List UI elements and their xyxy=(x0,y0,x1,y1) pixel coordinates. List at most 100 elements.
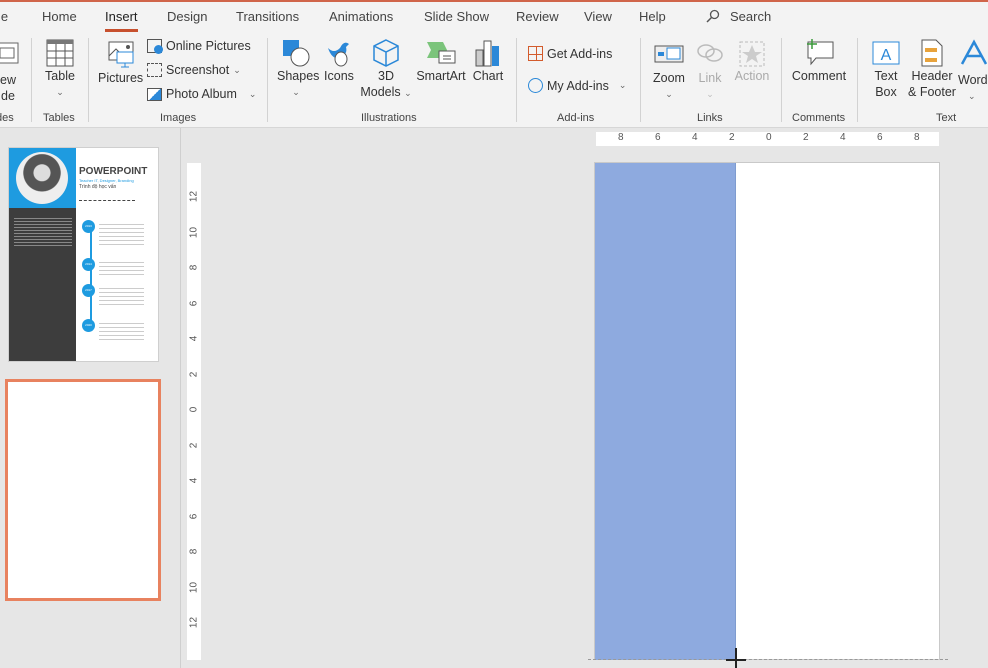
wordart-button[interactable]: Word ⌄ xyxy=(958,38,988,104)
tab-insert[interactable]: Insert xyxy=(105,9,138,32)
zoom-icon xyxy=(654,45,684,63)
search-label: Search xyxy=(730,9,772,24)
shapes-label: Shapes xyxy=(277,69,320,83)
header-footer-label-2: & Footer xyxy=(908,85,956,99)
ruler-label: 2 xyxy=(803,132,809,143)
text-lines xyxy=(99,288,144,308)
resume-education: Trình độ học vấn xyxy=(79,184,117,190)
online-pictures-label: Online Pictures xyxy=(166,39,251,53)
timeline-year: 2020 xyxy=(82,319,95,332)
3d-models-button[interactable]: 3D Models ⌄ xyxy=(360,38,412,101)
icons-button[interactable]: Icons xyxy=(322,38,356,84)
chevron-down-icon: ⌄ xyxy=(618,80,627,90)
table-button[interactable]: Table ⌄ xyxy=(42,38,78,100)
timeline-line xyxy=(90,223,92,328)
shapes-button[interactable]: Shapes ⌄ xyxy=(277,38,320,100)
slide-canvas[interactable] xyxy=(594,162,940,660)
group-divider xyxy=(516,38,517,122)
new-slide-icon xyxy=(0,42,19,64)
chart-button[interactable]: Chart xyxy=(470,38,506,84)
divider xyxy=(79,200,135,201)
header-footer-button[interactable]: Header & Footer xyxy=(906,38,958,100)
text-lines xyxy=(99,262,144,276)
pictures-button[interactable]: Pictures xyxy=(98,40,143,86)
header-footer-label-1: Header xyxy=(911,69,953,83)
my-add-ins-label: My Add-ins xyxy=(547,78,609,93)
icons-icon xyxy=(328,42,349,67)
3d-models-label-1: 3D xyxy=(378,69,394,83)
tab-home[interactable]: Home xyxy=(42,9,77,24)
comment-icon xyxy=(807,39,834,66)
slide-thumbnail-1[interactable]: POWERPOINT Teacher IT, Designer, Brandin… xyxy=(8,147,159,362)
group-divider xyxy=(31,38,32,122)
group-divider xyxy=(267,38,268,122)
group-label-text: Text xyxy=(936,112,957,124)
group-label-comments: Comments xyxy=(792,112,846,124)
profile-photo xyxy=(16,152,68,204)
chevron-down-icon: ⌄ xyxy=(248,88,257,99)
smartart-button[interactable]: SmartArt xyxy=(415,38,467,84)
ruler-label: 10 xyxy=(188,226,200,238)
screenshot-icon xyxy=(147,63,162,77)
link-icon xyxy=(697,44,723,62)
tab-transitions[interactable]: Transitions xyxy=(236,9,299,24)
tab-review[interactable]: Review xyxy=(516,9,559,24)
pictures-icon xyxy=(108,41,134,68)
get-add-ins-label: Get Add-ins xyxy=(547,46,613,61)
screenshot-button[interactable]: Screenshot ⌄ xyxy=(147,63,241,77)
photo-album-button[interactable]: Photo Album ⌄ xyxy=(147,87,256,101)
zoom-button[interactable]: Zoom ⌄ xyxy=(650,40,688,102)
tab-design[interactable]: Design xyxy=(167,9,207,24)
chevron-down-icon: ⌄ xyxy=(706,89,714,99)
slide-thumbnail-2-selected[interactable] xyxy=(5,379,161,601)
tab-help[interactable]: Help xyxy=(639,9,666,24)
wordart-icon xyxy=(960,39,988,65)
get-add-ins-button[interactable]: Get Add-ins xyxy=(528,46,612,61)
icons-label: Icons xyxy=(324,69,354,83)
tab-file[interactable]: le xyxy=(0,9,8,24)
group-label-add-ins: Add-ins xyxy=(557,112,595,124)
chart-label: Chart xyxy=(472,69,504,83)
horizontal-ruler[interactable]: 8 6 4 2 0 2 4 6 8 xyxy=(596,132,939,146)
ruler-label: 6 xyxy=(655,132,661,143)
vertical-ruler[interactable]: 12 10 8 6 4 2 0 2 4 6 8 10 12 xyxy=(187,163,201,660)
ruler-label: 4 xyxy=(188,477,200,484)
search-box[interactable]: Search xyxy=(706,9,771,24)
rectangle-shape[interactable] xyxy=(595,163,736,660)
ruler-label: 10 xyxy=(188,581,200,593)
search-icon xyxy=(706,9,720,23)
smart-guide xyxy=(588,659,948,660)
tab-animations[interactable]: Animations xyxy=(329,9,393,24)
screenshot-label: Screenshot xyxy=(166,63,230,77)
ruler-label: 6 xyxy=(877,132,883,143)
chevron-down-icon: ⌄ xyxy=(665,89,673,99)
smartart-label: SmartArt xyxy=(416,69,466,83)
group-divider xyxy=(857,38,858,122)
online-pictures-button[interactable]: Online Pictures xyxy=(147,39,251,54)
action-button[interactable]: Action xyxy=(732,40,772,84)
link-button[interactable]: Link ⌄ xyxy=(694,40,726,102)
cube-icon xyxy=(373,39,399,67)
tab-slide-show[interactable]: Slide Show xyxy=(424,9,489,24)
svg-text:A: A xyxy=(881,47,892,64)
group-label-images: Images xyxy=(160,112,197,124)
timeline-year: 2014 xyxy=(82,258,95,271)
ruler-label: 2 xyxy=(188,371,200,377)
tab-view[interactable]: View xyxy=(584,9,612,24)
photo-album-icon xyxy=(147,87,162,101)
my-add-ins-button[interactable]: My Add-ins ⌄ xyxy=(528,78,626,93)
group-label-illustrations: Illustrations xyxy=(361,112,417,124)
chevron-down-icon: ⌄ xyxy=(292,87,300,97)
3d-models-label-2: Models xyxy=(360,85,401,99)
table-label: Table xyxy=(45,69,75,83)
text-box-icon: A xyxy=(872,41,900,65)
text-box-button[interactable]: A Text Box xyxy=(868,38,904,100)
comment-button[interactable]: Comment xyxy=(790,38,848,84)
new-slide-label-1: ew xyxy=(0,73,16,87)
text-lines xyxy=(99,323,144,343)
pane-divider[interactable] xyxy=(180,128,181,668)
new-slide-button[interactable]: ew de xyxy=(0,40,22,104)
resume-title: POWERPOINT xyxy=(79,166,148,177)
ruler-label: 6 xyxy=(188,300,200,306)
ribbon-insert: ew de des Table ⌄ Tables Pictures Online… xyxy=(0,32,988,128)
